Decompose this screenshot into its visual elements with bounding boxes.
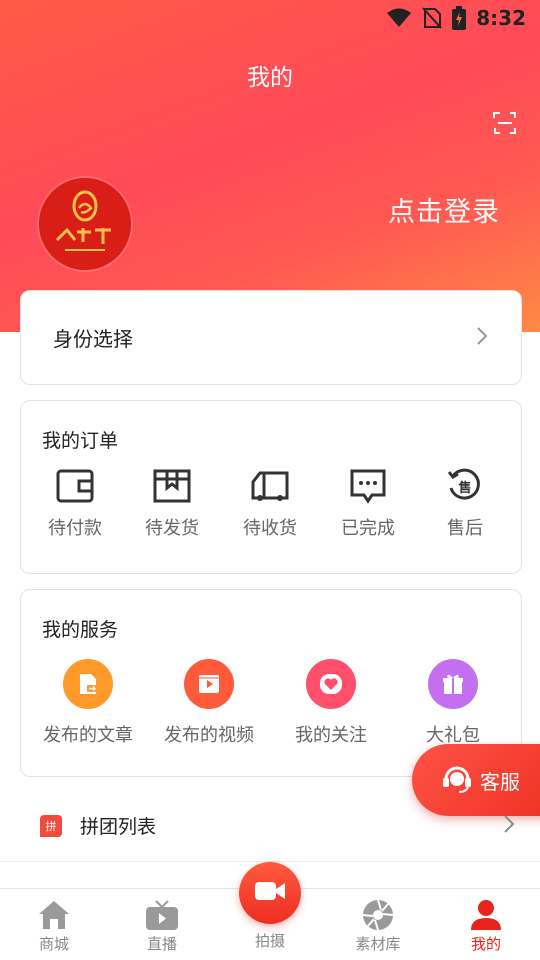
gift-icon — [428, 659, 478, 709]
nav-live[interactable]: 直播 — [108, 899, 216, 954]
nav-materials[interactable]: 素材库 — [324, 899, 432, 954]
after-sale-icon: 售 — [445, 468, 485, 504]
order-completed[interactable]: 已完成 — [318, 468, 418, 540]
scan-icon[interactable] — [492, 110, 518, 136]
service-published-articles[interactable]: 发布的文章 — [23, 659, 153, 747]
wallet-icon — [55, 468, 95, 504]
nav-mall[interactable]: 商城 — [0, 899, 108, 954]
home-icon — [36, 899, 72, 931]
group-list-row[interactable]: 拼 拼团列表 — [0, 790, 540, 862]
order-after-sale[interactable]: 售 售后 — [415, 468, 515, 540]
group-list-label: 拼团列表 — [80, 816, 157, 838]
camera-icon — [254, 879, 286, 907]
svg-text:售: 售 — [458, 480, 471, 496]
service-published-videos[interactable]: 发布的视频 — [144, 659, 274, 747]
status-bar: 8:32 — [0, 0, 540, 36]
article-icon — [63, 659, 113, 709]
order-pending-payment[interactable]: 待付款 — [25, 468, 125, 540]
nav-shoot-button[interactable] — [239, 862, 301, 924]
services-title: 我的服务 — [42, 619, 119, 641]
chevron-right-icon — [502, 814, 516, 838]
chat-complete-icon — [348, 468, 388, 504]
identity-label: 身份选择 — [53, 327, 133, 351]
battery-charging-icon — [452, 6, 467, 30]
package-icon — [152, 468, 192, 504]
order-pending-receipt[interactable]: 待收货 — [220, 468, 320, 540]
page-title: 我的 — [247, 65, 293, 91]
heart-icon — [306, 659, 356, 709]
orders-title: 我的订单 — [42, 430, 119, 452]
truck-icon — [250, 468, 290, 504]
status-time: 8:32 — [476, 6, 526, 30]
login-link[interactable]: 点击登录 — [388, 190, 500, 229]
nav-shoot-label: 拍摄 — [254, 932, 285, 950]
video-icon — [184, 659, 234, 709]
order-pending-shipment[interactable]: 待发货 — [122, 468, 222, 540]
user-icon — [468, 899, 504, 931]
wifi-icon — [386, 8, 412, 28]
aperture-icon — [360, 899, 396, 931]
header-background — [0, 0, 540, 332]
tv-icon — [144, 899, 180, 931]
service-my-follows[interactable]: 我的关注 — [266, 659, 396, 747]
avatar[interactable] — [39, 178, 131, 270]
group-buy-icon: 拼 — [40, 814, 62, 837]
service-gift-pack[interactable]: 大礼包 — [388, 659, 518, 747]
no-sim-icon — [422, 7, 442, 29]
chevron-right-icon — [475, 326, 489, 350]
identity-select-row[interactable]: 身份选择 — [20, 290, 522, 385]
nav-mine[interactable]: 我的 — [432, 899, 540, 954]
